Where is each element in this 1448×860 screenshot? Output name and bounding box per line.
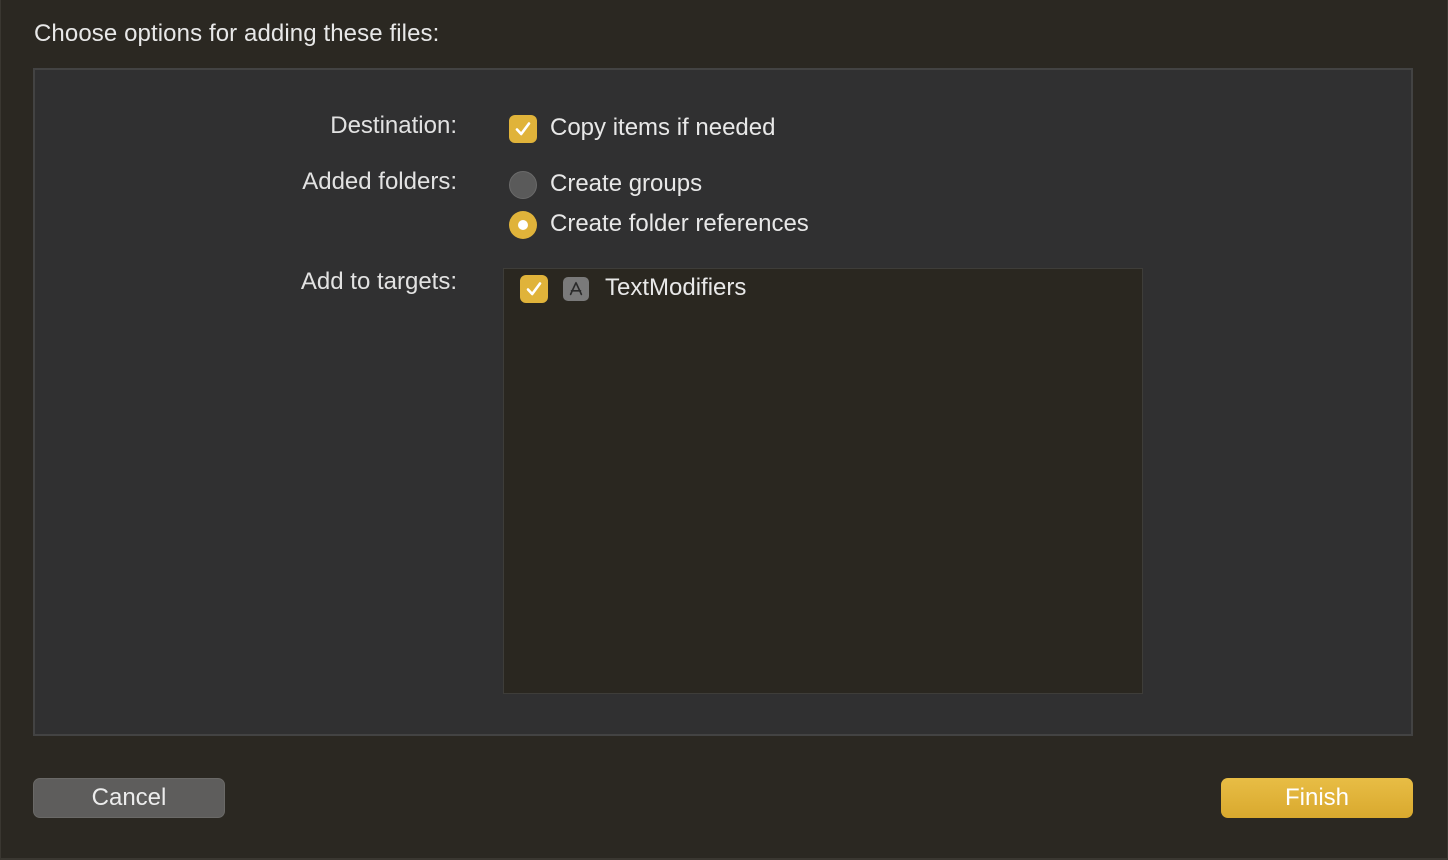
add-to-targets-label: Add to targets:: [300, 268, 457, 295]
create-folder-references-label[interactable]: Create folder references: [550, 210, 809, 238]
copy-items-checkbox[interactable]: [509, 115, 537, 143]
checkmark-icon: [526, 282, 542, 296]
create-groups-radio[interactable]: [509, 171, 537, 199]
target-name[interactable]: TextModifiers: [605, 274, 746, 302]
checkmark-icon: [515, 122, 531, 136]
destination-label: Destination:: [330, 112, 457, 139]
add-files-options-sheet: Choose options for adding these files: D…: [0, 0, 1448, 860]
finish-button[interactable]: Finish: [1221, 778, 1413, 818]
copy-items-label[interactable]: Copy items if needed: [550, 114, 775, 142]
dialog-heading: Choose options for adding these files:: [34, 20, 440, 47]
create-groups-label[interactable]: Create groups: [550, 170, 702, 198]
target-checkbox[interactable]: [520, 275, 548, 303]
create-folder-references-radio[interactable]: [509, 211, 537, 239]
options-panel: Destination: Copy items if needed Added …: [33, 68, 1413, 736]
app-target-icon: [563, 277, 589, 301]
added-folders-label: Added folders:: [302, 168, 457, 195]
cancel-button[interactable]: Cancel: [33, 778, 225, 818]
targets-list[interactable]: TextModifiers: [503, 268, 1143, 694]
radio-selected-dot: [518, 220, 528, 230]
